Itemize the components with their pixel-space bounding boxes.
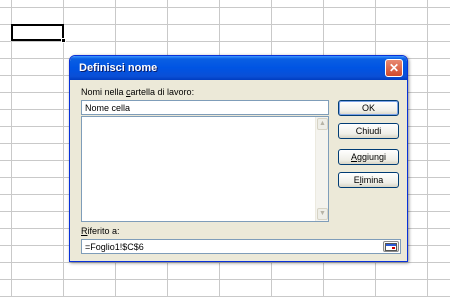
- close-button[interactable]: Chiudi: [338, 123, 399, 139]
- delete-button[interactable]: Elimina: [338, 172, 399, 188]
- names-in-workbook-label: Nomi nella cartella di lavoro:: [81, 87, 194, 97]
- define-name-dialog: Definisci nome ✕ Nomi nella cartella di …: [69, 55, 408, 262]
- refers-to-value: =Foglio1!$C$6: [85, 242, 144, 252]
- dialog-title: Definisci nome: [79, 62, 158, 74]
- refers-to-input[interactable]: =Foglio1!$C$6: [81, 239, 401, 254]
- names-label-post: artella di lavoro:: [130, 87, 195, 97]
- names-list[interactable]: ▲ ▼: [81, 116, 329, 222]
- active-cell-selection[interactable]: [11, 24, 64, 41]
- add-button-label: ggiungi: [356, 152, 387, 162]
- scroll-up-icon[interactable]: ▲: [317, 118, 328, 130]
- refers-to-label: Riferito a:: [81, 226, 120, 236]
- names-list-scrollbar[interactable]: ▲ ▼: [315, 117, 328, 221]
- delete-button-label-post: imina: [361, 175, 384, 185]
- add-button[interactable]: Aggiungi: [338, 149, 399, 165]
- ok-button[interactable]: OK: [338, 100, 399, 116]
- dialog-titlebar[interactable]: Definisci nome ✕: [70, 56, 407, 80]
- scroll-down-icon[interactable]: ▼: [317, 208, 328, 220]
- fill-handle[interactable]: [61, 38, 66, 43]
- refers-to-label-post: iferito a:: [87, 226, 120, 236]
- close-icon[interactable]: ✕: [385, 59, 403, 77]
- names-label-pre: Nomi nella: [81, 87, 127, 97]
- collapse-dialog-icon[interactable]: [383, 241, 399, 252]
- name-input[interactable]: Nome cella: [81, 100, 329, 115]
